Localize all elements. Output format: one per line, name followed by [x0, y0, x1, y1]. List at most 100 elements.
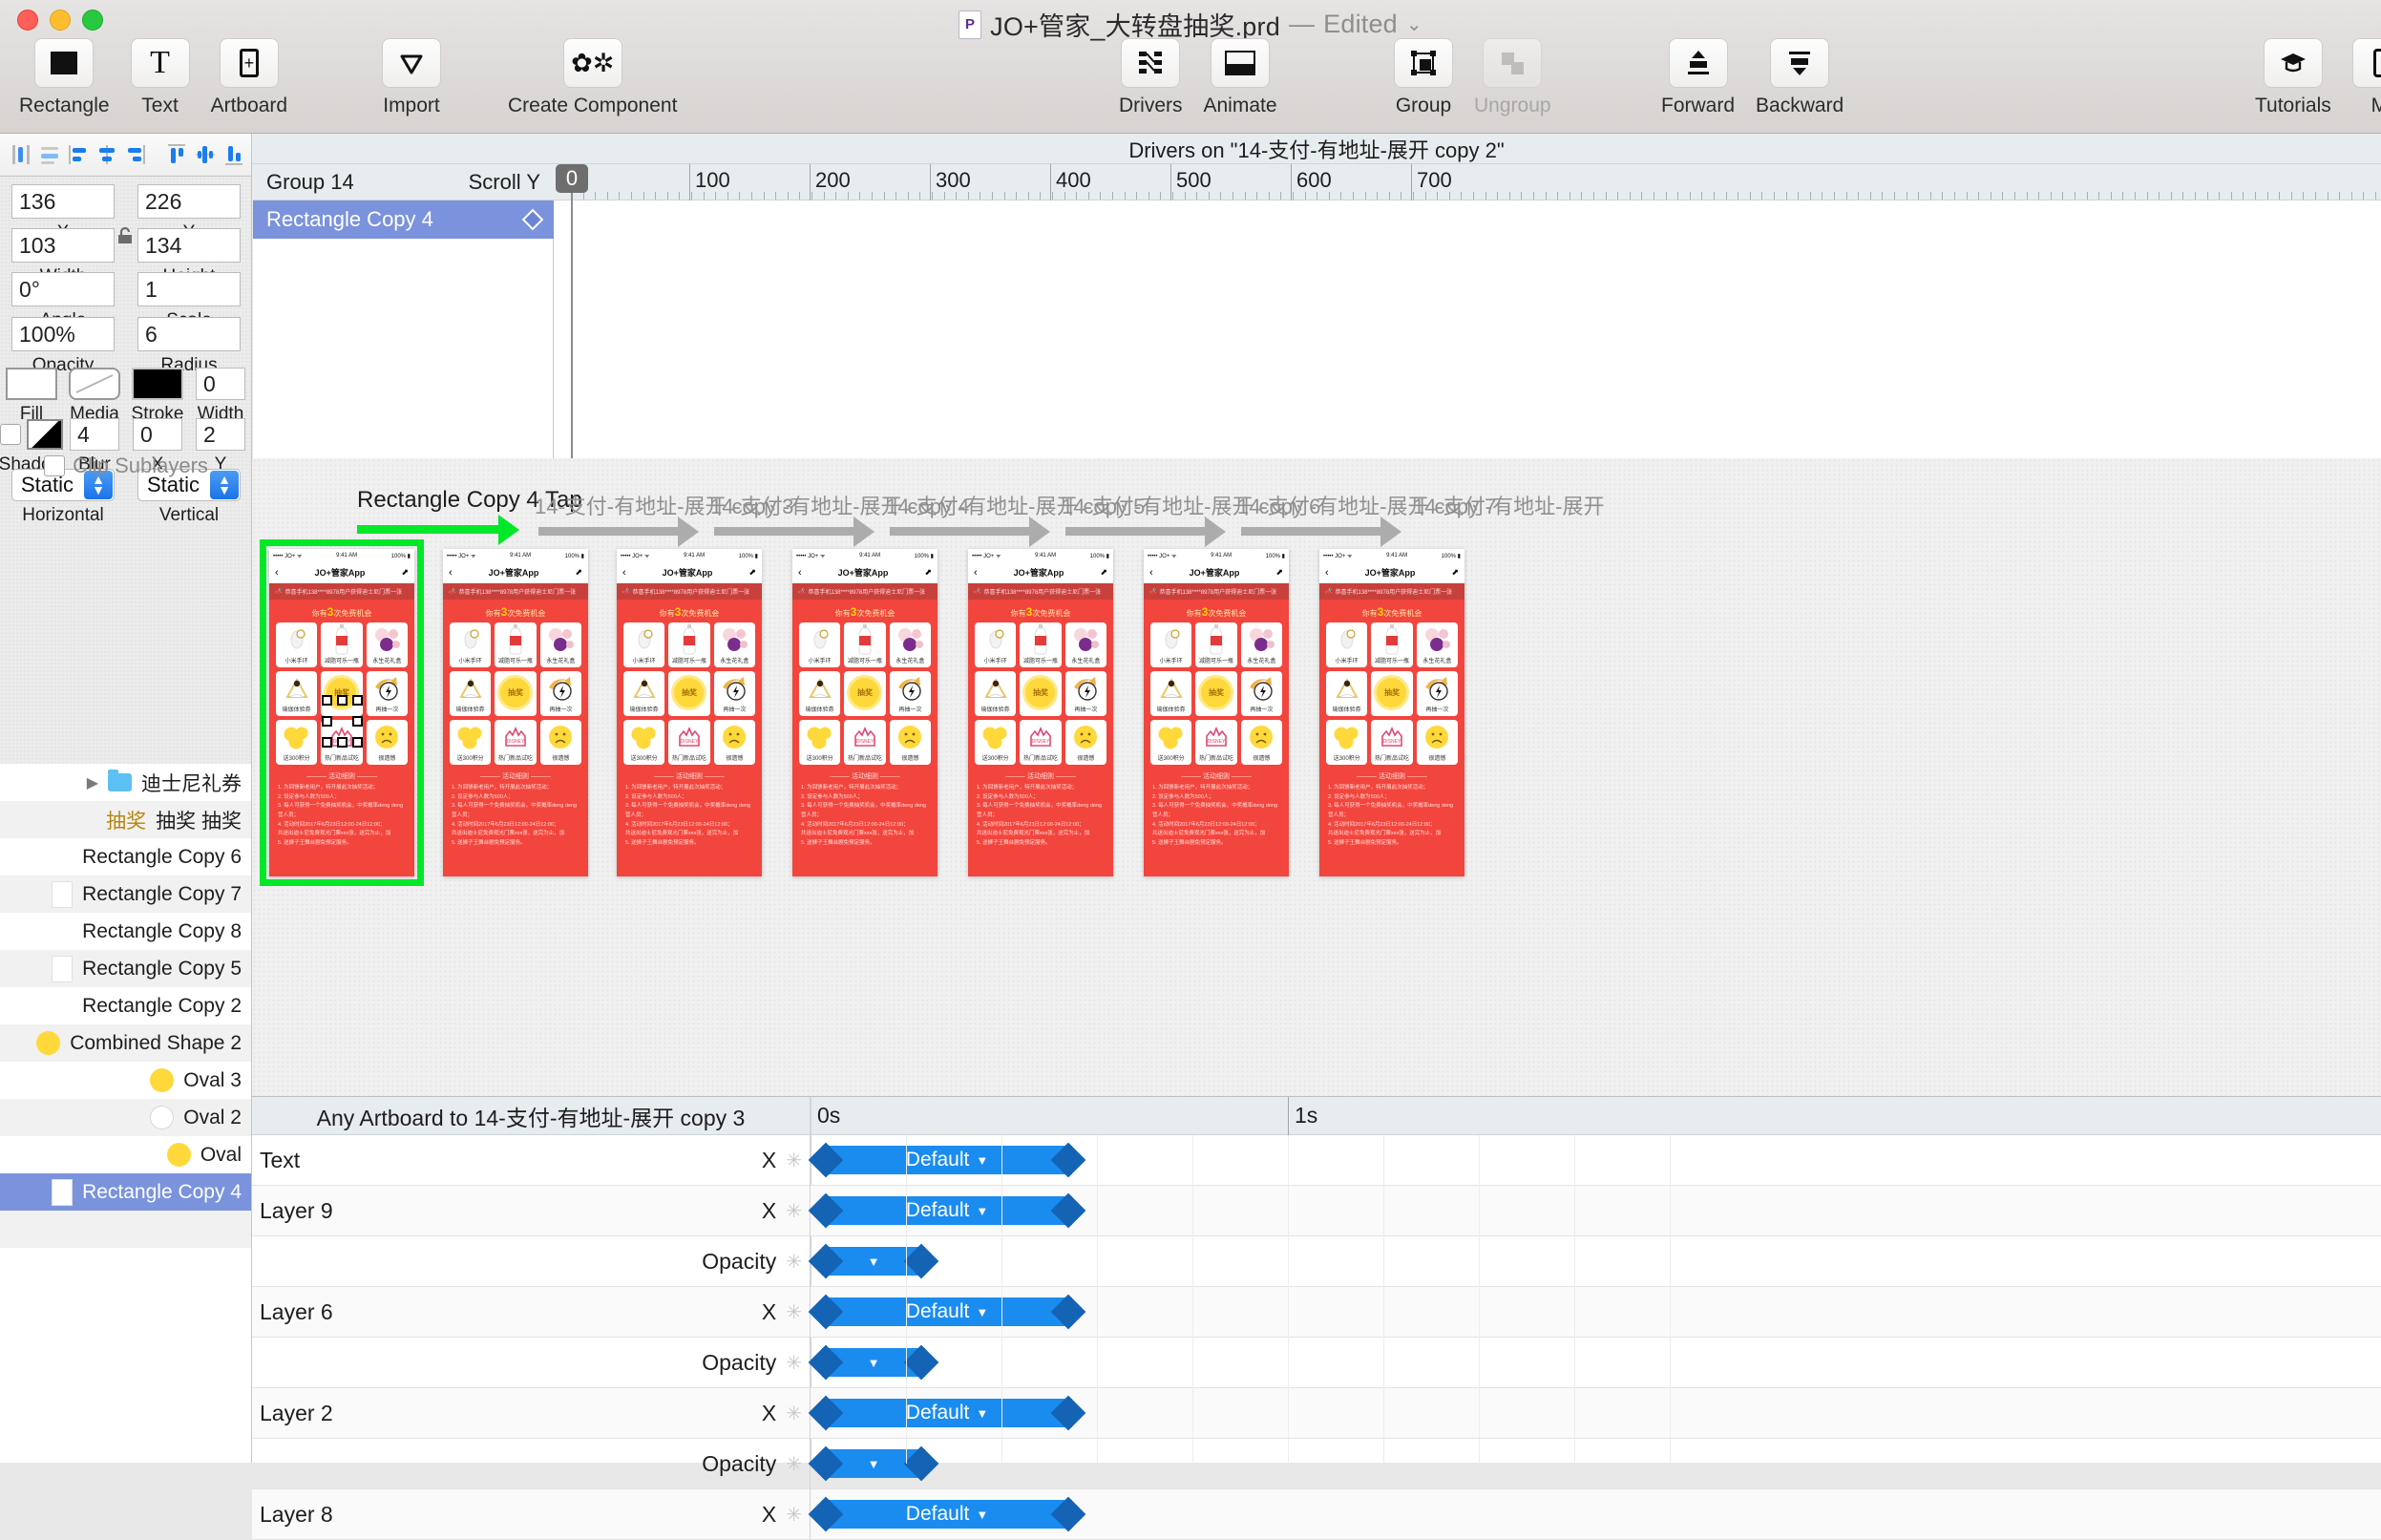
- prize-cell[interactable]: DISNEY 热门新品试吃: [668, 720, 710, 765]
- timeline-row-name[interactable]: Opacity ✳: [252, 1439, 811, 1489]
- resize-handle[interactable]: [352, 695, 363, 706]
- timeline-row[interactable]: Opacity ✳ ▼: [252, 1236, 2381, 1287]
- artboard-tool-button[interactable]: + Artboard: [211, 38, 287, 117]
- spin-button[interactable]: 抽奖: [668, 671, 709, 713]
- timeline-row-name[interactable]: Text X ✳: [252, 1135, 811, 1186]
- prize-cell[interactable]: 很遗憾: [1240, 720, 1282, 765]
- artboard[interactable]: ••••• JO+ ᯤ 9:41 AM 100% ▮ ‹ JO+管家App ⬈ 📣 恭喜手机1…: [1144, 549, 1289, 876]
- prize-cell-spin[interactable]: 抽奖: [1195, 671, 1237, 716]
- share-icon[interactable]: ⬈: [1451, 567, 1459, 578]
- share-icon[interactable]: ⬈: [748, 567, 756, 578]
- selection-handles[interactable]: [269, 549, 414, 876]
- list-item-selected[interactable]: Rectangle Copy 4: [0, 1173, 251, 1211]
- artboard-selected[interactable]: ••••• JO+ ᯤ 9:41 AM 100% ▮ ‹ JO+管家App ⬈ 📣 恭喜手机1…: [260, 539, 424, 886]
- timeline-row[interactable]: Layer 8 X ✳ Default ▼: [252, 1489, 2381, 1540]
- prize-cell-spin[interactable]: 抽奖: [668, 671, 710, 716]
- chevron-down-icon[interactable]: ▼: [976, 1406, 988, 1421]
- spin-button[interactable]: 抽奖: [495, 671, 536, 713]
- resize-handle[interactable]: [337, 737, 348, 748]
- timeline-track[interactable]: ▼: [811, 1236, 2381, 1287]
- timeline-track[interactable]: Default ▼: [811, 1186, 2381, 1236]
- prize-grid[interactable]: 小米手环 减脂可乐一瓶 永生花礼盒瑜伽体验券 抽奖再抽一次送300积分 DISNEY 热门…: [792, 622, 938, 765]
- prize-cell[interactable]: 永生花礼盒: [1064, 622, 1106, 667]
- animation-timeline-panel[interactable]: Any Artboard to 14-支付-有地址-展开 copy 3 0s 1…: [252, 1096, 2381, 1540]
- angle-input[interactable]: 0°: [11, 272, 115, 306]
- artboard[interactable]: ••••• JO+ ᯤ 9:41 AM 100% ▮ ‹ JO+管家App ⬈ 📣 恭喜手机1…: [968, 549, 1113, 876]
- snowflake-icon[interactable]: ✳: [786, 1250, 802, 1274]
- keyframe-diamond-icon[interactable]: [521, 208, 544, 231]
- prize-cell[interactable]: 瑜伽体验券: [1326, 671, 1368, 716]
- prize-cell-spin[interactable]: 抽奖: [495, 671, 537, 716]
- resize-handle[interactable]: [322, 695, 332, 706]
- prize-cell[interactable]: 减脂可乐一瓶: [1371, 622, 1413, 667]
- list-item[interactable]: Rectangle Copy 6: [0, 838, 251, 875]
- prize-cell[interactable]: DISNEY 热门新品试吃: [1371, 720, 1413, 765]
- prize-grid[interactable]: 小米手环 减脂可乐一瓶 永生花礼盒瑜伽体验券 抽奖再抽一次送300积分 DISNEY 热门…: [617, 622, 762, 765]
- prize-cell[interactable]: 永生花礼盒: [1416, 622, 1458, 667]
- snowflake-icon[interactable]: ✳: [786, 1452, 802, 1476]
- snowflake-icon[interactable]: ✳: [786, 1402, 802, 1425]
- back-chevron-icon[interactable]: ‹: [622, 567, 626, 579]
- prize-cell[interactable]: 再抽一次: [1064, 671, 1106, 716]
- chevron-down-icon[interactable]: ▼: [868, 1356, 880, 1370]
- align-bottom-icon[interactable]: [221, 140, 246, 169]
- prize-cell[interactable]: DISNEY 热门新品试吃: [1195, 720, 1237, 765]
- prize-cell[interactable]: 减脂可乐一瓶: [1195, 622, 1237, 667]
- distribute-left-icon[interactable]: [65, 140, 91, 169]
- prize-cell[interactable]: 瑜伽体验券: [450, 671, 492, 716]
- prize-cell[interactable]: 减脂可乐一瓶: [668, 622, 710, 667]
- keyframe-bar[interactable]: Default ▼: [822, 1297, 1072, 1326]
- back-chevron-icon[interactable]: ‹: [1325, 567, 1329, 579]
- prize-cell[interactable]: 再抽一次: [1416, 671, 1458, 716]
- prize-cell[interactable]: 再抽一次: [539, 671, 581, 716]
- prize-cell[interactable]: 减脂可乐一瓶: [1020, 622, 1062, 667]
- width-input[interactable]: 103: [11, 228, 115, 263]
- prize-cell[interactable]: 减脂可乐一瓶: [844, 622, 886, 667]
- back-chevron-icon[interactable]: ‹: [974, 567, 978, 579]
- prize-cell[interactable]: DISNEY 热门新品试吃: [844, 720, 886, 765]
- timeline-track[interactable]: Default ▼: [811, 1489, 2381, 1540]
- shadow-color-swatch[interactable]: [27, 419, 63, 450]
- forward-button[interactable]: Forward: [1661, 38, 1735, 117]
- keyframe-bar[interactable]: Default ▼: [822, 1196, 1072, 1225]
- chevron-down-icon[interactable]: ▼: [868, 1457, 880, 1471]
- prize-cell[interactable]: 小米手环: [975, 622, 1017, 667]
- prize-cell[interactable]: 再抽一次: [1240, 671, 1282, 716]
- backward-button[interactable]: Backward: [1756, 38, 1844, 117]
- keyframe-bar[interactable]: ▼: [822, 1449, 925, 1478]
- timeline-row[interactable]: Layer 2 X ✳ Default ▼: [252, 1388, 2381, 1439]
- timeline-row-name[interactable]: Layer 9 X ✳: [252, 1186, 811, 1236]
- prize-cell[interactable]: 小米手环: [623, 622, 665, 667]
- prize-cell[interactable]: 很遗憾: [1416, 720, 1458, 765]
- timeline-row-name[interactable]: Layer 8 X ✳: [252, 1489, 811, 1540]
- share-icon[interactable]: ⬈: [575, 567, 582, 578]
- timeline-row[interactable]: Opacity ✳ ▼: [252, 1338, 2381, 1388]
- timeline-track[interactable]: ▼: [811, 1439, 2381, 1489]
- list-item[interactable]: Rectangle Copy 8: [0, 913, 251, 950]
- shadow-y-input[interactable]: 2: [196, 418, 245, 451]
- align-middle-icon[interactable]: [192, 140, 218, 169]
- chevron-down-icon[interactable]: ▼: [976, 1305, 988, 1319]
- shadow-checkbox[interactable]: [0, 424, 21, 445]
- back-chevron-icon[interactable]: ‹: [449, 567, 453, 579]
- drivers-group-row[interactable]: Group 14 Scroll Y: [253, 164, 554, 200]
- artboard[interactable]: ••••• JO+ ᯤ 9:41 AM 100% ▮ ‹ JO+管家App ⬈ 📣 恭喜手机1…: [792, 549, 938, 876]
- prize-cell[interactable]: 永生花礼盒: [1240, 622, 1282, 667]
- drivers-ruler[interactable]: 0 100 200 300 400 500 600 700: [554, 164, 2381, 200]
- prize-cell[interactable]: 送300积分: [799, 720, 841, 765]
- list-item[interactable]: [0, 1211, 251, 1248]
- prize-cell[interactable]: 瑜伽体验券: [1150, 671, 1192, 716]
- keyframe-bar[interactable]: Default ▼: [822, 1146, 1072, 1174]
- keyframe-bar[interactable]: Default ▼: [822, 1500, 1072, 1529]
- list-item[interactable]: 抽奖 抽奖 抽奖: [0, 801, 251, 838]
- share-icon[interactable]: ⬈: [1100, 567, 1107, 578]
- prize-cell[interactable]: 送300积分: [450, 720, 492, 765]
- import-button[interactable]: Import: [382, 38, 441, 117]
- rectangle-tool-button[interactable]: Rectangle: [19, 38, 110, 117]
- prize-grid[interactable]: 小米手环 减脂可乐一瓶 永生花礼盒瑜伽体验券 抽奖再抽一次送300积分 DISNEY 热门…: [1144, 622, 1289, 765]
- mirror-button[interactable]: Mi: [2351, 38, 2381, 117]
- prize-cell[interactable]: 永生花礼盒: [889, 622, 931, 667]
- drivers-selected-row[interactable]: Rectangle Copy 4: [253, 200, 554, 239]
- prize-grid[interactable]: 小米手环 减脂可乐一瓶 永生花礼盒瑜伽体验券 抽奖再抽一次送300积分 DISNEY 热门…: [1319, 622, 1464, 765]
- playhead-marker[interactable]: 0: [556, 164, 588, 193]
